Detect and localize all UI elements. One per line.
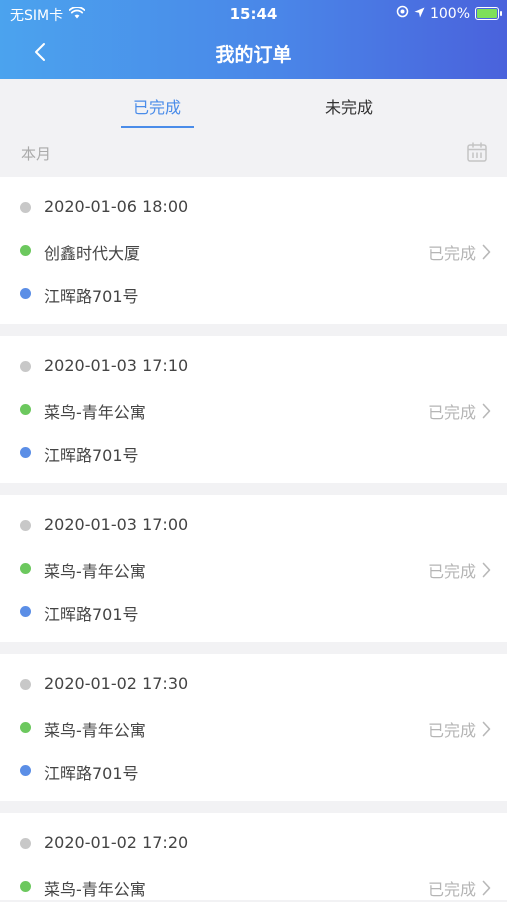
battery-percent: 100%: [429, 5, 470, 22]
order-to-row: 江晖路701号: [0, 279, 507, 309]
time-dot: [20, 361, 31, 372]
order-status-link[interactable]: 已完成: [428, 240, 491, 264]
order-to-row: 江晖路701号: [0, 597, 507, 627]
order-card[interactable]: 2020-01-02 17:20 菜鸟-青年公寓 已完成: [0, 813, 507, 900]
order-datetime: 2020-01-06 18:00: [44, 197, 189, 216]
order-time-row: 2020-01-06 18:00: [0, 193, 507, 223]
tab-completed[interactable]: 已完成: [133, 94, 181, 118]
chevron-right-icon: [482, 880, 491, 896]
to-dot: [20, 765, 31, 776]
battery-icon: [475, 7, 502, 20]
from-dot: [20, 563, 31, 574]
order-card[interactable]: 2020-01-06 18:00 创鑫时代大厦 已完成 江晖路701号: [0, 177, 507, 324]
order-status-link[interactable]: 已完成: [428, 558, 491, 582]
order-from: 菜鸟-青年公寓: [44, 403, 146, 422]
month-filter-row: 本月: [0, 129, 507, 177]
order-to: 江晖路701号: [44, 446, 139, 465]
order-status-link[interactable]: 已完成: [428, 876, 491, 900]
chevron-right-icon: [482, 562, 491, 578]
order-to-row: 江晖路701号: [0, 438, 507, 468]
order-from: 菜鸟-青年公寓: [44, 880, 146, 899]
from-dot: [20, 245, 31, 256]
chevron-right-icon: [482, 244, 491, 260]
order-time-row: 2020-01-03 17:00: [0, 511, 507, 541]
order-from: 菜鸟-青年公寓: [44, 721, 146, 740]
order-from: 菜鸟-青年公寓: [44, 562, 146, 581]
status-bar-right: 100%: [396, 5, 502, 22]
calendar-icon[interactable]: [466, 141, 488, 163]
order-time-row: 2020-01-02 17:20: [0, 829, 507, 859]
order-from-row: 菜鸟-青年公寓 已完成: [0, 872, 507, 902]
from-dot: [20, 881, 31, 892]
tab-uncompleted[interactable]: 未完成: [325, 94, 373, 118]
chevron-right-icon: [482, 721, 491, 737]
time-dot: [20, 202, 31, 213]
order-to: 江晖路701号: [44, 287, 139, 306]
order-card[interactable]: 2020-01-02 17:30 菜鸟-青年公寓 已完成 江晖路701号: [0, 654, 507, 801]
to-dot: [20, 606, 31, 617]
order-datetime: 2020-01-02 17:30: [44, 674, 189, 693]
order-status-link[interactable]: 已完成: [428, 717, 491, 741]
order-from-row: 菜鸟-青年公寓 已完成: [0, 395, 507, 425]
order-status-link[interactable]: 已完成: [428, 399, 491, 423]
order-card[interactable]: 2020-01-03 17:00 菜鸟-青年公寓 已完成 江晖路701号: [0, 495, 507, 642]
orientation-lock-icon: [396, 5, 409, 22]
order-from-row: 创鑫时代大厦 已完成: [0, 236, 507, 266]
order-status: 已完成: [427, 880, 476, 899]
order-datetime: 2020-01-03 17:10: [44, 356, 189, 375]
order-status: 已完成: [427, 403, 476, 422]
order-tabs: 已完成 未完成: [0, 79, 507, 129]
to-dot: [20, 447, 31, 458]
active-tab-indicator: [121, 126, 194, 128]
chevron-right-icon: [482, 403, 491, 419]
order-status: 已完成: [427, 721, 476, 740]
from-dot: [20, 722, 31, 733]
order-time-row: 2020-01-02 17:30: [0, 670, 507, 700]
order-from-row: 菜鸟-青年公寓 已完成: [0, 713, 507, 743]
order-to-row: 江晖路701号: [0, 756, 507, 786]
to-dot: [20, 288, 31, 299]
location-arrow-icon: [414, 6, 425, 22]
order-status: 已完成: [427, 562, 476, 581]
status-bar: 无SIM卡 15:44 100%: [0, 0, 507, 28]
order-from: 创鑫时代大厦: [44, 244, 141, 263]
app-header: 无SIM卡 15:44 100% 我的订单: [0, 0, 507, 79]
order-from-row: 菜鸟-青年公寓 已完成: [0, 554, 507, 584]
order-status: 已完成: [427, 244, 476, 263]
order-time-row: 2020-01-03 17:10: [0, 352, 507, 382]
order-datetime: 2020-01-02 17:20: [44, 833, 189, 852]
page-title: 我的订单: [215, 44, 292, 66]
time-dot: [20, 520, 31, 531]
month-label: 本月: [21, 145, 52, 163]
order-to: 江晖路701号: [44, 605, 139, 624]
order-card[interactable]: 2020-01-03 17:10 菜鸟-青年公寓 已完成 江晖路701号: [0, 336, 507, 483]
from-dot: [20, 404, 31, 415]
order-to: 江晖路701号: [44, 764, 139, 783]
time-dot: [20, 838, 31, 849]
time-dot: [20, 679, 31, 690]
order-datetime: 2020-01-03 17:00: [44, 515, 189, 534]
